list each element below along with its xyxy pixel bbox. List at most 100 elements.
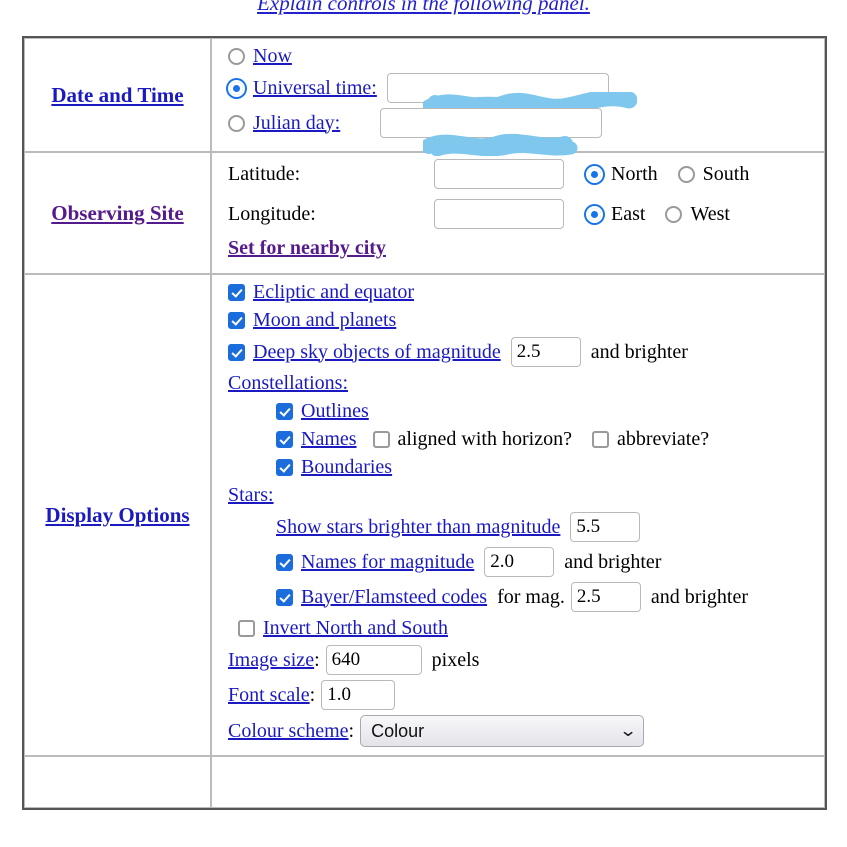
checkbox-abbreviate[interactable] xyxy=(591,431,609,448)
colour-scheme-link[interactable]: Colour scheme xyxy=(228,720,349,743)
set-nearby-city-link[interactable]: Set for nearby city xyxy=(228,237,386,260)
longitude-east-label: East xyxy=(611,202,646,225)
radio-universal-time[interactable] xyxy=(228,79,245,97)
row-ecliptic-equator: Ecliptic and equator xyxy=(228,281,824,304)
section-row-observing-site: Observing Site Latitude: North South Lon… xyxy=(24,152,825,274)
row-font-scale: Font scale : 1.0 xyxy=(228,680,824,710)
radio-longitude-west[interactable] xyxy=(665,205,683,223)
section-body-date-time: Now Universal time: Julian day: xyxy=(211,38,825,156)
colour-scheme-separator: : xyxy=(348,719,355,742)
moon-and-planets-link[interactable]: Moon and planets xyxy=(253,309,396,332)
stars-link[interactable]: Stars: xyxy=(228,484,274,507)
image-size-link[interactable]: Image size xyxy=(228,649,314,672)
row-deep-sky: Deep sky objects of magnitude 2.5 and br… xyxy=(228,337,824,367)
font-scale-link[interactable]: Font scale xyxy=(228,684,310,707)
radio-now[interactable] xyxy=(228,48,245,65)
row-outlines: Outlines xyxy=(228,400,824,423)
deep-sky-suffix-label: and brighter xyxy=(590,340,688,363)
checkbox-constellation-outlines[interactable] xyxy=(276,403,293,420)
radio-latitude-north[interactable] xyxy=(586,165,603,183)
section-label-cell-observing-site: Observing Site xyxy=(24,152,211,274)
row-constellation-names: Names aligned with horizon? abbreviate? xyxy=(228,428,824,451)
row-now: Now xyxy=(228,45,824,68)
row-julian-day: Julian day: xyxy=(228,108,824,156)
row-names-for-magnitude: Names for magnitude 2.0 and brighter xyxy=(228,547,824,577)
checkbox-bayer-flamsteed-codes[interactable] xyxy=(276,588,293,606)
abbreviate-label: abbreviate? xyxy=(616,428,710,450)
colour-scheme-selected-value: Colour xyxy=(371,720,425,741)
checkbox-deep-sky-objects[interactable] xyxy=(228,343,245,361)
date-and-time-link[interactable]: Date and Time xyxy=(51,83,183,107)
longitude-label: Longitude: xyxy=(228,202,316,225)
observing-site-link[interactable]: Observing Site xyxy=(51,201,183,225)
controls-table: Date and Time Now Universal time: Julian… xyxy=(22,36,827,810)
section-body-next-partial xyxy=(211,756,825,808)
row-universal-time: Universal time: xyxy=(228,73,824,116)
radio-julian-day[interactable] xyxy=(228,114,245,132)
explain-header: Explain controls in the following panel. xyxy=(0,0,847,18)
colour-scheme-select[interactable]: Colour ⌄ xyxy=(360,715,645,747)
names-for-magnitude-suffix-label: and brighter xyxy=(564,550,662,573)
section-label-cell-display-options: Display Options xyxy=(24,274,211,756)
font-scale-separator: : xyxy=(309,683,316,706)
section-body-display-options: Ecliptic and equator Moon and planets De… xyxy=(211,274,825,756)
ecliptic-and-equator-link[interactable]: Ecliptic and equator xyxy=(253,281,414,304)
constellation-boundaries-link[interactable]: Boundaries xyxy=(301,456,392,479)
checkbox-aligned-with-horizon[interactable] xyxy=(372,431,390,448)
constellation-names-link[interactable]: Names xyxy=(301,428,357,451)
radio-longitude-east[interactable] xyxy=(586,205,603,223)
constellations-link[interactable]: Constellations: xyxy=(228,372,348,395)
julian-day-input[interactable] xyxy=(380,108,603,138)
checkbox-invert-north-and-south[interactable] xyxy=(238,620,255,637)
row-boundaries: Boundaries xyxy=(228,456,824,479)
invert-north-and-south-link[interactable]: Invert North and South xyxy=(263,617,448,640)
julian-day-link[interactable]: Julian day: xyxy=(253,112,340,135)
row-invert-north-south: Invert North and South xyxy=(228,617,824,640)
row-stars-label: Stars: xyxy=(228,484,824,507)
section-row-next-partial xyxy=(24,756,825,808)
now-link[interactable]: Now xyxy=(253,45,292,68)
longitude-west-label: West xyxy=(690,202,730,225)
row-longitude: Longitude: East West xyxy=(228,199,824,229)
image-size-suffix-label: pixels xyxy=(431,648,480,671)
radio-latitude-south[interactable] xyxy=(677,165,695,183)
bayer-flamsteed-suffix-label: and brighter xyxy=(650,585,749,608)
display-options-link[interactable]: Display Options xyxy=(45,503,189,527)
bayer-flamsteed-mid-label: for mag. xyxy=(497,585,565,608)
bayer-flamsteed-codes-link[interactable]: Bayer/Flamsteed codes xyxy=(301,586,487,609)
checkbox-constellation-boundaries[interactable] xyxy=(276,459,293,476)
latitude-input[interactable] xyxy=(434,159,564,189)
latitude-south-label: South xyxy=(702,162,750,185)
section-label-cell-date-time: Date and Time xyxy=(24,38,211,152)
row-show-stars-brighter: Show stars brighter than magnitude 5.5 xyxy=(228,512,824,542)
deep-sky-objects-link[interactable]: Deep sky objects of magnitude xyxy=(253,341,501,364)
row-nearby-city: Set for nearby city xyxy=(228,237,824,260)
row-latitude: Latitude: North South xyxy=(228,159,824,189)
longitude-input[interactable] xyxy=(434,199,564,229)
font-scale-input[interactable]: 1.0 xyxy=(321,680,396,710)
universal-time-input[interactable] xyxy=(386,73,609,103)
bayer-flamsteed-magnitude-input[interactable]: 2.5 xyxy=(570,582,641,612)
page-root: Explain controls in the following panel.… xyxy=(0,0,847,810)
latitude-north-label: North xyxy=(611,162,658,185)
section-row-display-options: Display Options Ecliptic and equator Moo… xyxy=(24,274,825,756)
checkbox-constellation-names[interactable] xyxy=(276,431,293,448)
row-moon-planets: Moon and planets xyxy=(228,309,824,332)
show-stars-magnitude-input[interactable]: 5.5 xyxy=(570,512,641,542)
show-stars-brighter-link[interactable]: Show stars brighter than magnitude xyxy=(276,516,560,539)
checkbox-ecliptic-and-equator[interactable] xyxy=(228,284,245,301)
explain-controls-link[interactable]: Explain controls in the following panel. xyxy=(257,0,590,16)
row-bayer-flamsteed: Bayer/Flamsteed codes for mag. 2.5 and b… xyxy=(228,582,824,612)
checkbox-names-for-magnitude[interactable] xyxy=(276,553,293,571)
names-for-magnitude-link[interactable]: Names for magnitude xyxy=(301,551,474,574)
deep-sky-magnitude-input[interactable]: 2.5 xyxy=(510,337,581,367)
universal-time-link[interactable]: Universal time: xyxy=(253,77,377,100)
row-constellations-label: Constellations: xyxy=(228,372,824,395)
image-size-input[interactable]: 640 xyxy=(325,645,422,675)
checkbox-moon-and-planets[interactable] xyxy=(228,312,245,329)
row-colour-scheme: Colour scheme : Colour ⌄ xyxy=(228,715,824,747)
constellation-outlines-link[interactable]: Outlines xyxy=(301,400,369,423)
names-for-magnitude-input[interactable]: 2.0 xyxy=(484,547,555,577)
row-image-size: Image size : 640 pixels xyxy=(228,645,824,675)
section-body-observing-site: Latitude: North South Longitude: East We… xyxy=(211,152,825,274)
